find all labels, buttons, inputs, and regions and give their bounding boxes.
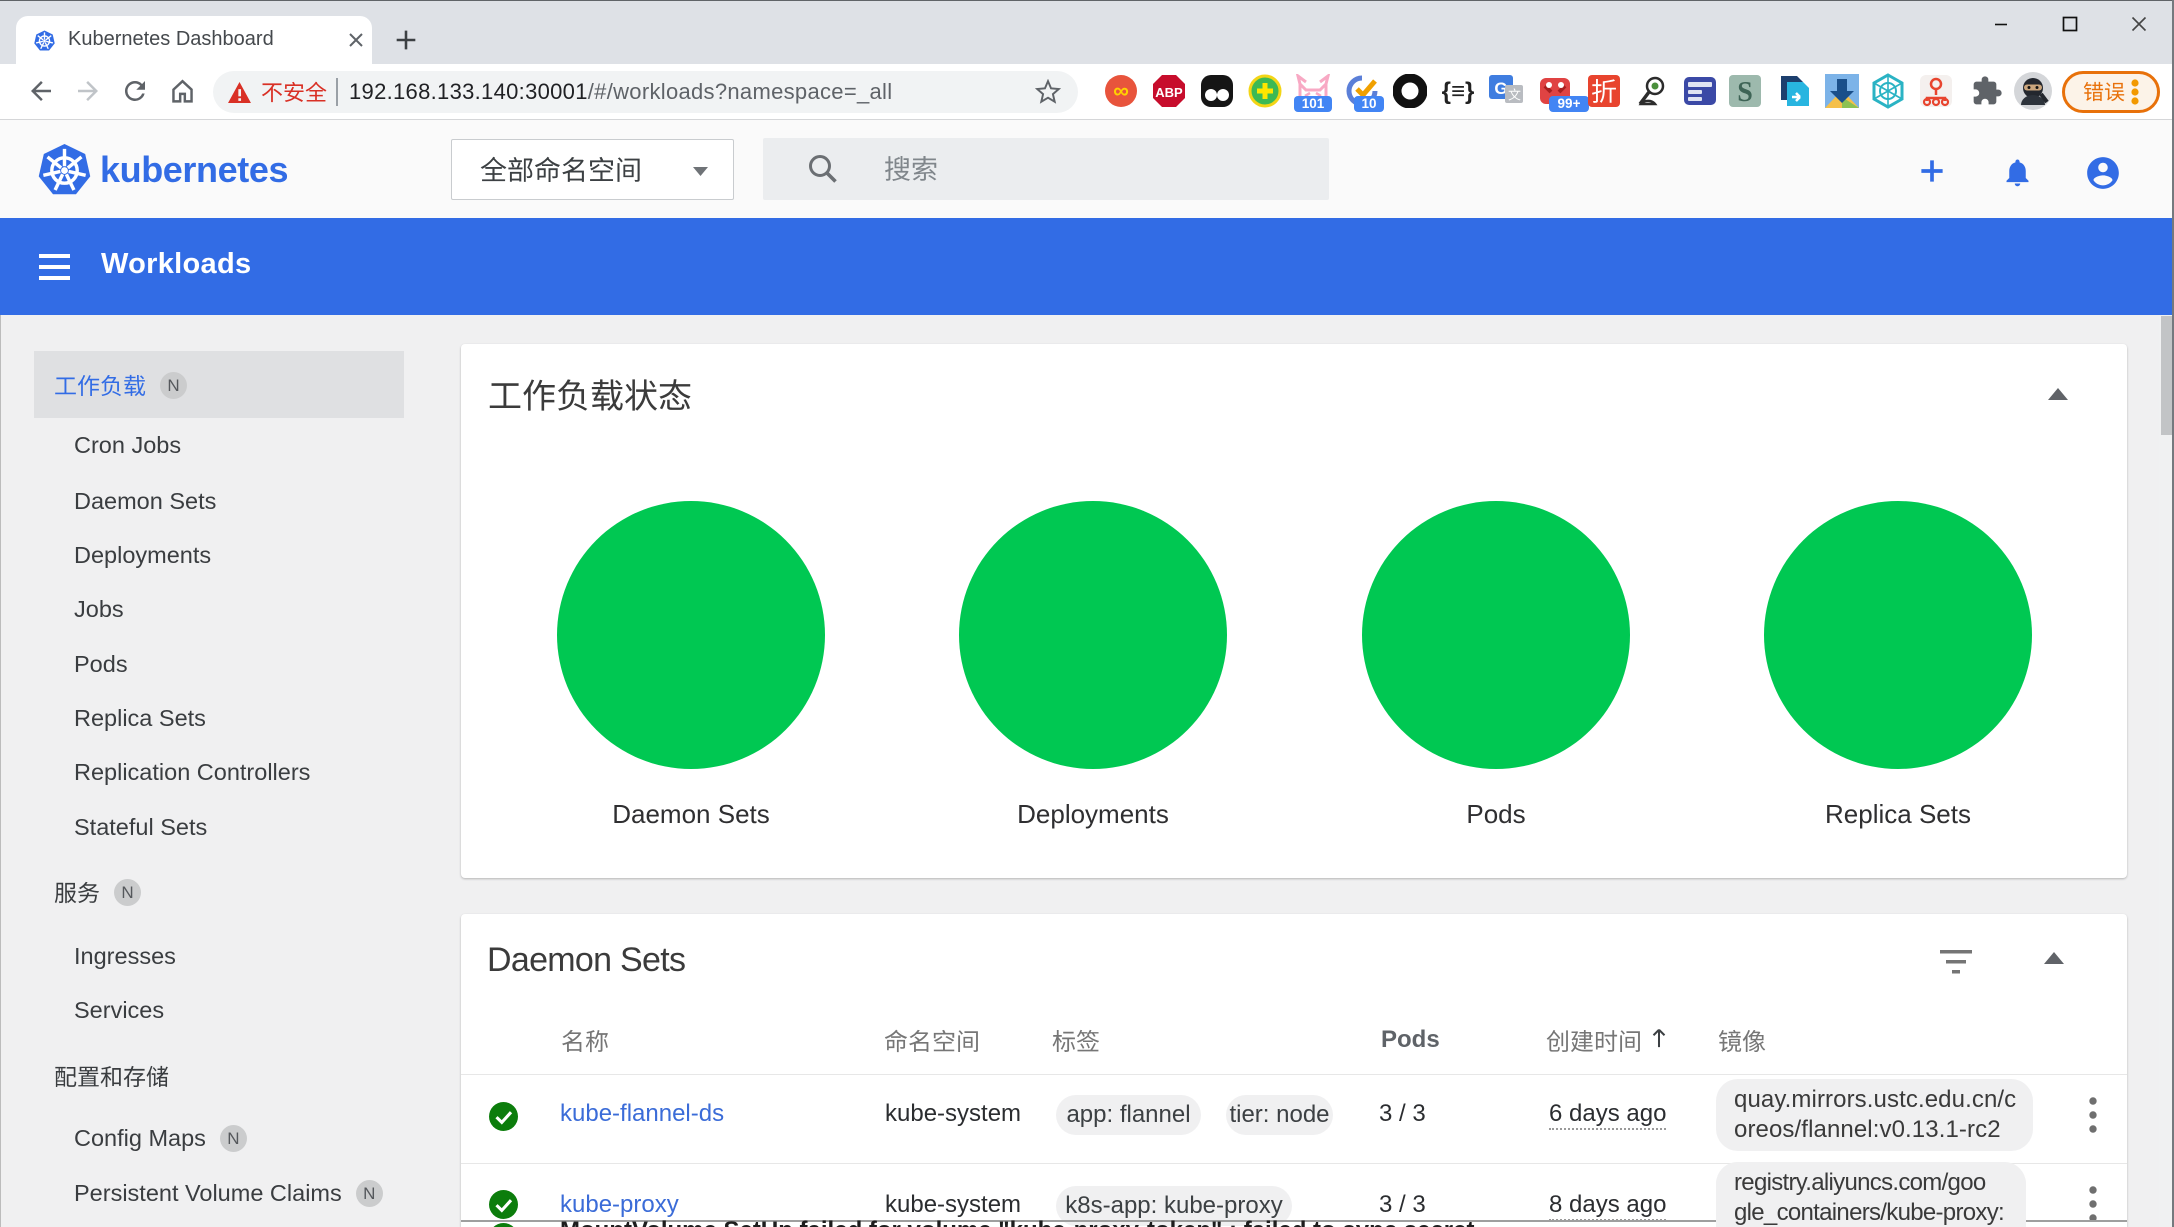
svg-text:S: S [1737, 77, 1753, 108]
svg-text:ABP: ABP [1155, 85, 1183, 100]
svg-text:∞: ∞ [1113, 78, 1129, 103]
svg-text:{≡}: {≡} [1442, 78, 1475, 105]
